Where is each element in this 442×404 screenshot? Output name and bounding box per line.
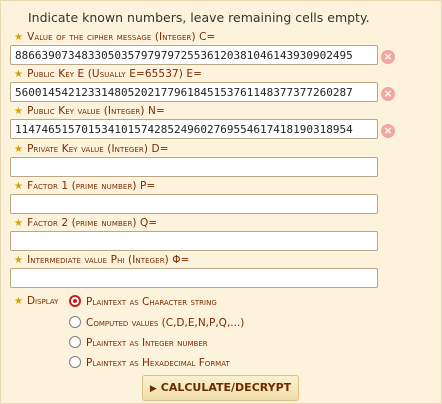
required-star-icon: ★ (14, 218, 24, 229)
clear-public-e-icon[interactable]: × (381, 87, 395, 101)
required-star-icon: ★ (14, 69, 24, 80)
display-option-hexadecimal[interactable]: Plaintext as Hexadecimal Format (69, 356, 230, 372)
public-e-input[interactable]: 5600145421233148052021779618451537611483… (10, 82, 378, 102)
display-option-character-string[interactable]: Plaintext as Character string (69, 295, 217, 311)
required-star-icon: ★ (14, 106, 24, 117)
phi-input[interactable] (10, 268, 378, 288)
intro-text: Indicate known numbers, leave remaining … (28, 10, 370, 25)
display-option-integer-number[interactable]: Plaintext as Integer number (69, 336, 208, 352)
radio-icon[interactable] (69, 336, 81, 348)
required-star-icon: ★ (14, 255, 24, 266)
label-public-e: ★ Public Key E (Usually E=65537) E= (14, 68, 203, 80)
display-option-computed-values[interactable]: Computed values (C,D,E,N,P,Q,...) (69, 316, 244, 332)
private-d-input[interactable] (10, 157, 378, 177)
rsa-form-panel: Indicate known numbers, leave remaining … (0, 0, 442, 404)
radio-icon[interactable] (69, 356, 81, 368)
label-public-n: ★ Public Key value (Integer) N= (14, 105, 165, 117)
factor-q-input[interactable] (10, 231, 378, 251)
label-factor-p: ★ Factor 1 (prime number) P= (14, 180, 156, 192)
required-star-icon: ★ (14, 32, 24, 43)
play-icon: ▶ (149, 384, 157, 394)
display-label: ★ Display (14, 295, 59, 307)
label-cipher-c: ★ Value of the cipher message (Integer) C… (14, 31, 216, 43)
radio-icon[interactable] (69, 316, 81, 328)
factor-p-input[interactable] (10, 194, 378, 214)
clear-cipher-c-icon[interactable]: × (381, 50, 395, 64)
radio-selected-icon[interactable] (69, 295, 81, 307)
cipher-c-input[interactable]: 8866390734833050357979797255361203810461… (10, 45, 378, 65)
clear-public-n-icon[interactable]: × (381, 124, 395, 138)
required-star-icon: ★ (14, 296, 23, 307)
label-private-d: ★ Private Key value (Integer) D= (14, 143, 169, 155)
label-factor-q: ★ Factor 2 (prime number) Q= (14, 217, 158, 229)
required-star-icon: ★ (14, 144, 24, 155)
calculate-decrypt-button[interactable]: ▶ CALCULATE/DECRYPT (142, 375, 299, 401)
label-phi: ★ Intermediate value Phi (Integer) Φ= (14, 254, 190, 266)
required-star-icon: ★ (14, 181, 24, 192)
public-n-input[interactable]: 1147465157015341015742852496027695546174… (10, 119, 378, 139)
